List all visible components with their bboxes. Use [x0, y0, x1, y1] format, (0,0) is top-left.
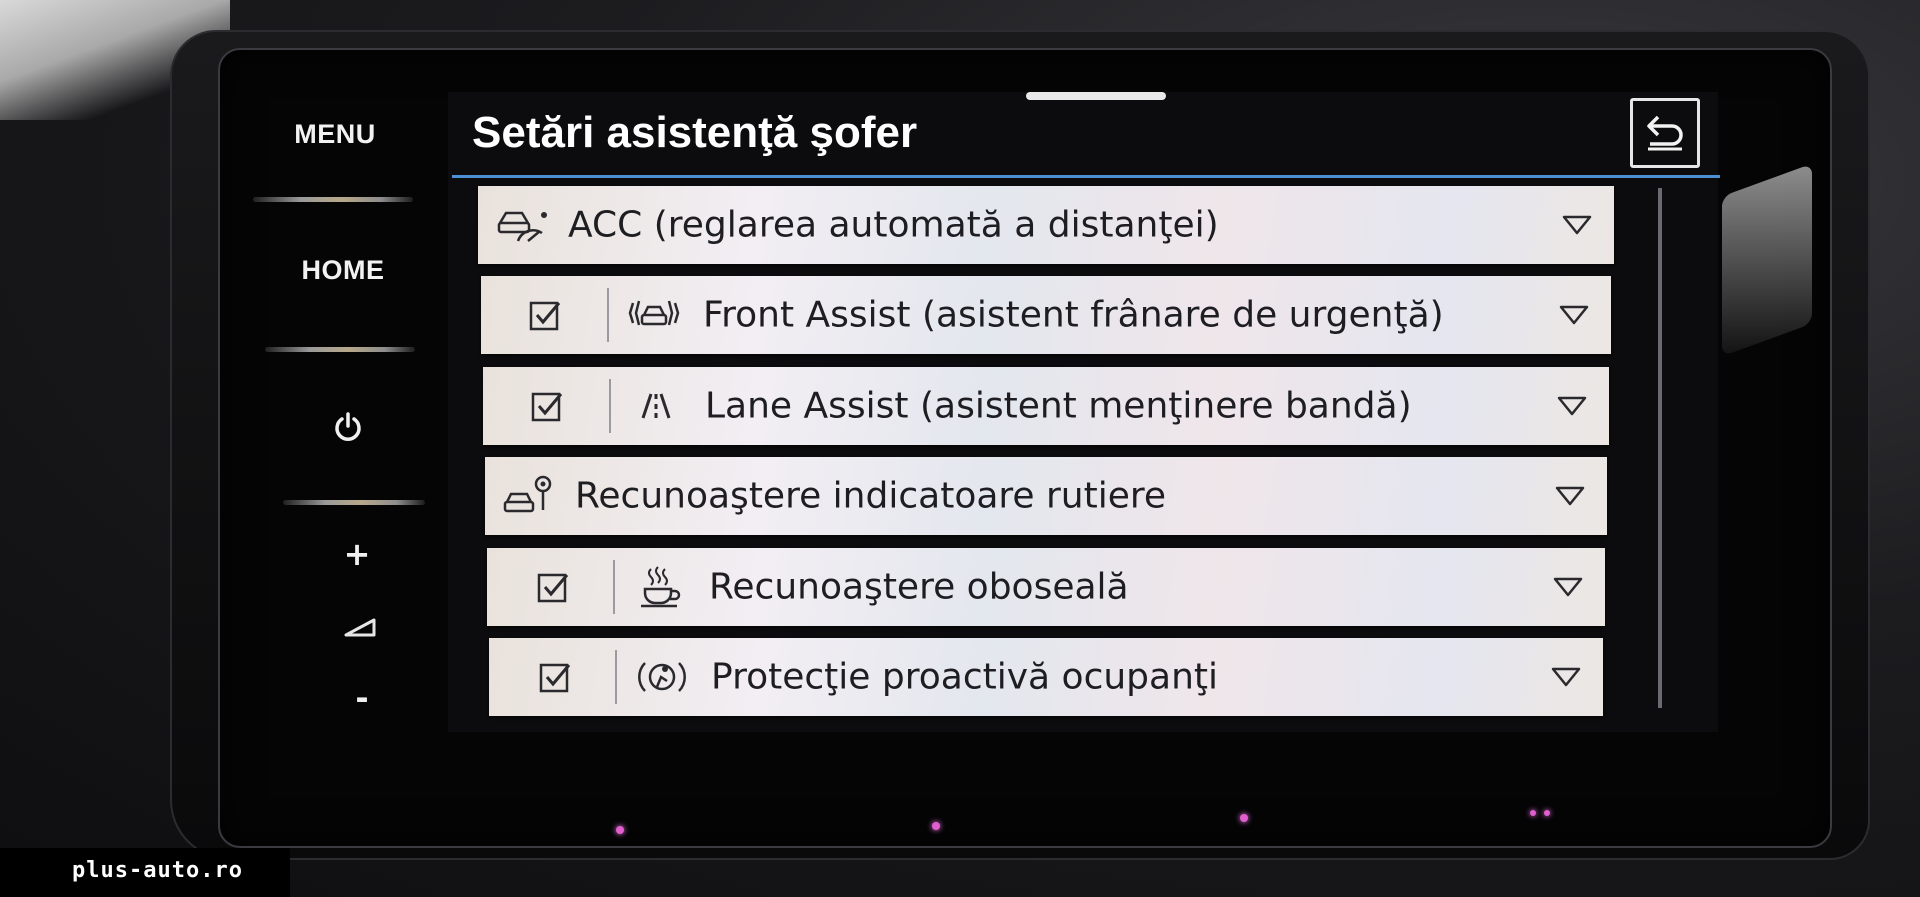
front-assist-icon	[627, 293, 681, 337]
occupant-protection-icon	[635, 655, 689, 699]
sensor-dot	[616, 826, 624, 834]
setting-row-proactive-occupant-protection[interactable]: Protecţie proactivă ocupanţi	[489, 638, 1603, 716]
volume-icon	[340, 617, 380, 641]
setting-label: Recunoaştere oboseală	[709, 566, 1129, 608]
home-button[interactable]: HOME	[253, 255, 433, 286]
separator	[253, 197, 413, 202]
hardware-button-strip: MENU HOME + -	[245, 95, 430, 745]
setting-row-fatigue-recognition[interactable]: Recunoaştere oboseală	[487, 548, 1605, 626]
watermark: plus-auto.ro	[0, 848, 290, 897]
checkbox-checked-icon[interactable]	[531, 390, 563, 422]
pull-down-handle[interactable]	[1026, 92, 1166, 100]
traffic-sign-icon	[501, 474, 555, 518]
title-underline	[452, 175, 1720, 178]
divider	[615, 650, 617, 704]
separator	[283, 500, 425, 505]
sensor-dot	[1240, 814, 1248, 822]
chevron-down-icon[interactable]	[1555, 486, 1585, 506]
setting-row-traffic-sign-recognition[interactable]: Recunoaştere indicatoare rutiere	[485, 457, 1607, 535]
separator	[265, 347, 415, 352]
acc-icon	[496, 203, 550, 247]
setting-row-lane-assist[interactable]: Lane Assist (asistent menţinere bandă)	[483, 367, 1609, 445]
chevron-down-icon[interactable]	[1562, 215, 1592, 235]
watermark-text: plus-auto.ro	[72, 858, 243, 883]
setting-label: ACC (reglarea automată a distanţei)	[568, 204, 1219, 246]
sensor-dot	[1544, 810, 1550, 816]
setting-label: Lane Assist (asistent menţinere bandă)	[705, 385, 1412, 427]
divider	[613, 560, 615, 614]
checkbox-checked-icon[interactable]	[537, 571, 569, 603]
volume-up-button[interactable]: +	[337, 535, 377, 573]
coffee-cup-icon	[633, 565, 687, 609]
setting-label: Recunoaştere indicatoare rutiere	[575, 475, 1167, 517]
checkbox-checked-icon[interactable]	[529, 299, 561, 331]
back-icon	[1647, 115, 1683, 151]
sensor-dot	[932, 822, 940, 830]
chevron-down-icon[interactable]	[1551, 667, 1581, 687]
power-icon	[335, 412, 361, 441]
volume-down-button[interactable]: -	[342, 679, 382, 717]
lane-assist-icon	[629, 384, 683, 428]
chevron-down-icon[interactable]	[1559, 305, 1589, 325]
setting-row-front-assist[interactable]: Front Assist (asistent frânare de urgenţ…	[481, 276, 1611, 354]
chevron-down-icon[interactable]	[1557, 396, 1587, 416]
back-button[interactable]	[1630, 98, 1700, 168]
scrollbar[interactable]	[1658, 188, 1662, 708]
divider	[609, 379, 611, 433]
setting-row-acc[interactable]: ACC (reglarea automată a distanţei)	[478, 186, 1614, 264]
chevron-down-icon[interactable]	[1553, 577, 1583, 597]
checkbox-checked-icon[interactable]	[539, 661, 571, 693]
page-title: Setări asistenţă şofer	[472, 108, 918, 157]
glass-reflection	[1722, 163, 1812, 357]
power-button[interactable]	[328, 410, 368, 448]
setting-label: Protecţie proactivă ocupanţi	[711, 656, 1219, 698]
setting-label: Front Assist (asistent frânare de urgenţ…	[703, 294, 1444, 336]
divider	[607, 288, 609, 342]
sensor-dot	[1530, 810, 1536, 816]
menu-button[interactable]: MENU	[245, 119, 425, 150]
